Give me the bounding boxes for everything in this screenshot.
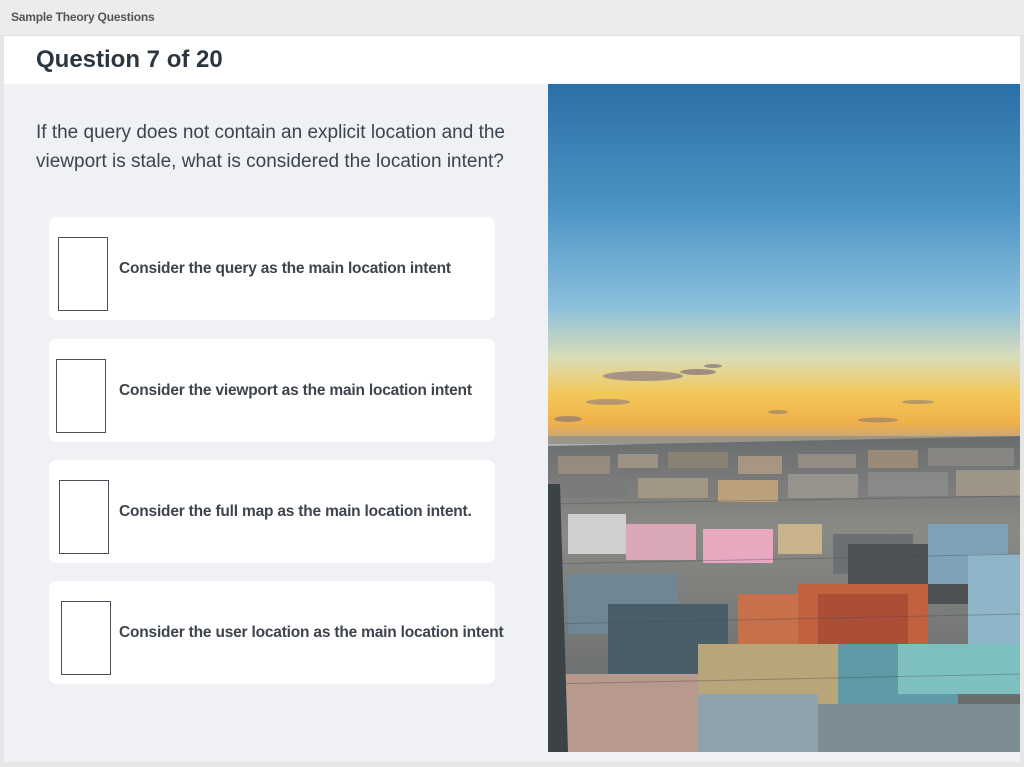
answer-option-3[interactable]: Consider the full map as the main locati… bbox=[49, 460, 495, 563]
answer-label-2: Consider the viewport as the main locati… bbox=[119, 381, 472, 399]
question-header: Question 7 of 20 bbox=[4, 36, 1020, 84]
answer-option-4[interactable]: Consider the user location as the main l… bbox=[49, 581, 504, 684]
quiz-frame: Question 7 of 20 If the query does not c… bbox=[4, 36, 1020, 762]
question-counter: Question 7 of 20 bbox=[36, 46, 223, 73]
answer-checkbox-1[interactable] bbox=[58, 237, 108, 311]
answer-checkbox-4[interactable] bbox=[61, 601, 111, 675]
answer-checkbox-3[interactable] bbox=[59, 480, 109, 554]
answer-checkbox-2[interactable] bbox=[56, 359, 106, 433]
question-text: If the query does not contain an explici… bbox=[36, 122, 505, 172]
answer-option-2[interactable]: Consider the viewport as the main locati… bbox=[49, 339, 495, 442]
window-titlebar: Sample Theory Questions bbox=[0, 0, 1024, 36]
answer-option-1[interactable]: Consider the query as the main location … bbox=[49, 217, 495, 320]
answer-label-1: Consider the query as the main location … bbox=[119, 259, 451, 277]
question-panel: If the query does not contain an explici… bbox=[4, 84, 544, 752]
answer-label-4: Consider the user location as the main l… bbox=[119, 623, 504, 641]
answer-label-3: Consider the full map as the main locati… bbox=[119, 502, 472, 520]
window-title: Sample Theory Questions bbox=[11, 10, 155, 24]
aerial-city-sunset-photo bbox=[548, 84, 1020, 752]
